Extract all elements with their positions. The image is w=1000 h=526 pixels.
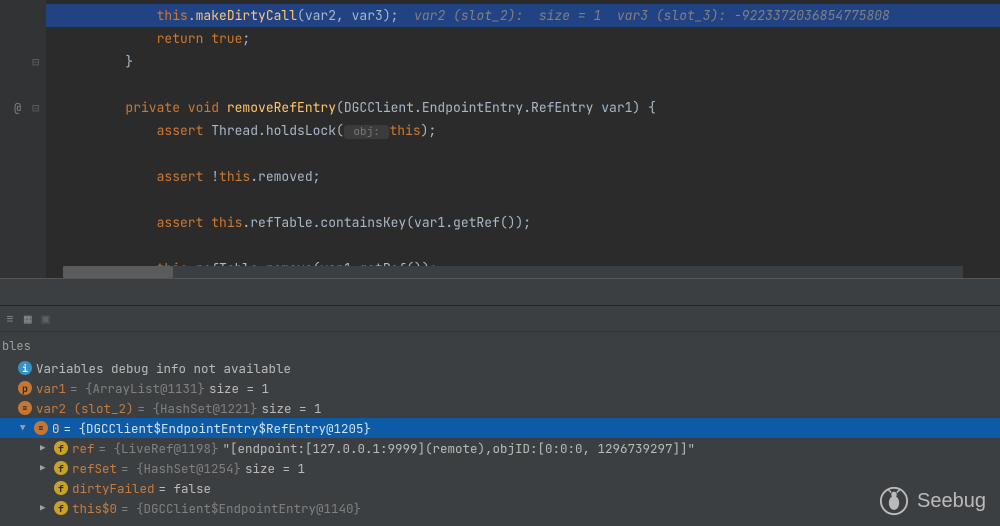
expand-icon[interactable]: ▶ (40, 502, 50, 514)
var-name: ref (72, 440, 95, 457)
panel-divider[interactable] (0, 278, 1000, 306)
seebug-logo: Seebug (879, 486, 986, 516)
var-name: var2 (slot_2) (36, 400, 134, 417)
param-hint: obj: (344, 125, 390, 139)
field-icon: f (54, 441, 68, 455)
param-icon: p (18, 381, 32, 395)
fold-icon[interactable]: ⊟ (32, 97, 39, 120)
logo-text: Seebug (917, 490, 986, 513)
var-name: refSet (72, 460, 117, 477)
horizontal-scrollbar[interactable] (63, 266, 963, 278)
field-icon: f (54, 481, 68, 495)
method-name: removeRefEntry (227, 99, 336, 116)
code-line[interactable]: assert !this.removed; (63, 165, 1000, 188)
variable-row[interactable]: ▶ f this$0 = {DGCClient$EndpointEntry@11… (0, 498, 1000, 518)
debugger-toolbar: ≡ ▦ ▣ (0, 306, 1000, 332)
code-line[interactable]: assert this.refTable.containsKey(var1.ge… (63, 211, 1000, 234)
variable-row[interactable]: ▶ f ref = {LiveRef@1198} "[endpoint:[127… (0, 438, 1000, 458)
stack-icon[interactable]: ≡ (6, 310, 14, 327)
fn-name: makeDirtyCall (196, 7, 297, 24)
variable-row-selected[interactable]: ▼ ≡ 0 = {DGCClient$EndpointEntry$RefEntr… (0, 418, 1000, 438)
var-name: this$0 (72, 500, 117, 517)
code-line[interactable]: private void removeRefEntry(DGCClient.En… (63, 96, 1000, 119)
code-line-highlighted[interactable]: this.makeDirtyCall(var2, var3); var2 (sl… (46, 4, 1000, 27)
info-icon: i (18, 361, 32, 375)
scrollbar-thumb[interactable] (63, 266, 173, 278)
expand-icon[interactable]: ▶ (40, 442, 50, 454)
inline-debug-values: var2 (slot_2): size = 1 var3 (slot_3): -… (398, 7, 889, 24)
expand-icon[interactable]: ▼ (20, 422, 30, 434)
debug-info-text: Variables debug info not available (36, 360, 291, 377)
code-line[interactable]: assert Thread.holdsLock( obj: this); (63, 119, 1000, 142)
slot-icon: ≡ (18, 401, 32, 415)
code-editor[interactable]: @ ⊟ ⊟ this.makeDirtyCall(var2, var3); va… (0, 0, 1000, 278)
view-icon[interactable]: ▣ (42, 310, 50, 327)
override-gutter-icon[interactable]: @ (14, 97, 21, 120)
variable-row[interactable]: ≡ var2 (slot_2) = {HashSet@1221} size = … (0, 398, 1000, 418)
fold-icon[interactable]: ⊟ (32, 51, 39, 74)
variables-heading: bles (0, 332, 1000, 358)
variable-row[interactable]: ▶ f refSet = {HashSet@1254} size = 1 (0, 458, 1000, 478)
kw-this: this (157, 7, 188, 24)
field-icon: f (54, 461, 68, 475)
var-name: dirtyFailed (72, 480, 155, 497)
debug-info-row: i Variables debug info not available (0, 358, 1000, 378)
code-line[interactable]: } (63, 50, 1000, 73)
editor-gutter: @ ⊟ ⊟ (0, 0, 46, 278)
var-name: 0 (52, 420, 60, 437)
variable-row[interactable]: f dirtyFailed = false (0, 478, 1000, 498)
variable-row[interactable]: p var1 = {ArrayList@1131} size = 1 (0, 378, 1000, 398)
table-icon[interactable]: ▦ (24, 310, 32, 327)
slot-icon: ≡ (34, 421, 48, 435)
field-icon: f (54, 501, 68, 515)
var-name: var1 (36, 380, 66, 397)
bug-icon (879, 486, 909, 516)
expand-icon[interactable]: ▶ (40, 462, 50, 474)
code-line[interactable]: return true; (63, 27, 1000, 50)
debugger-panel: ≡ ▦ ▣ bles i Variables debug info not av… (0, 306, 1000, 526)
